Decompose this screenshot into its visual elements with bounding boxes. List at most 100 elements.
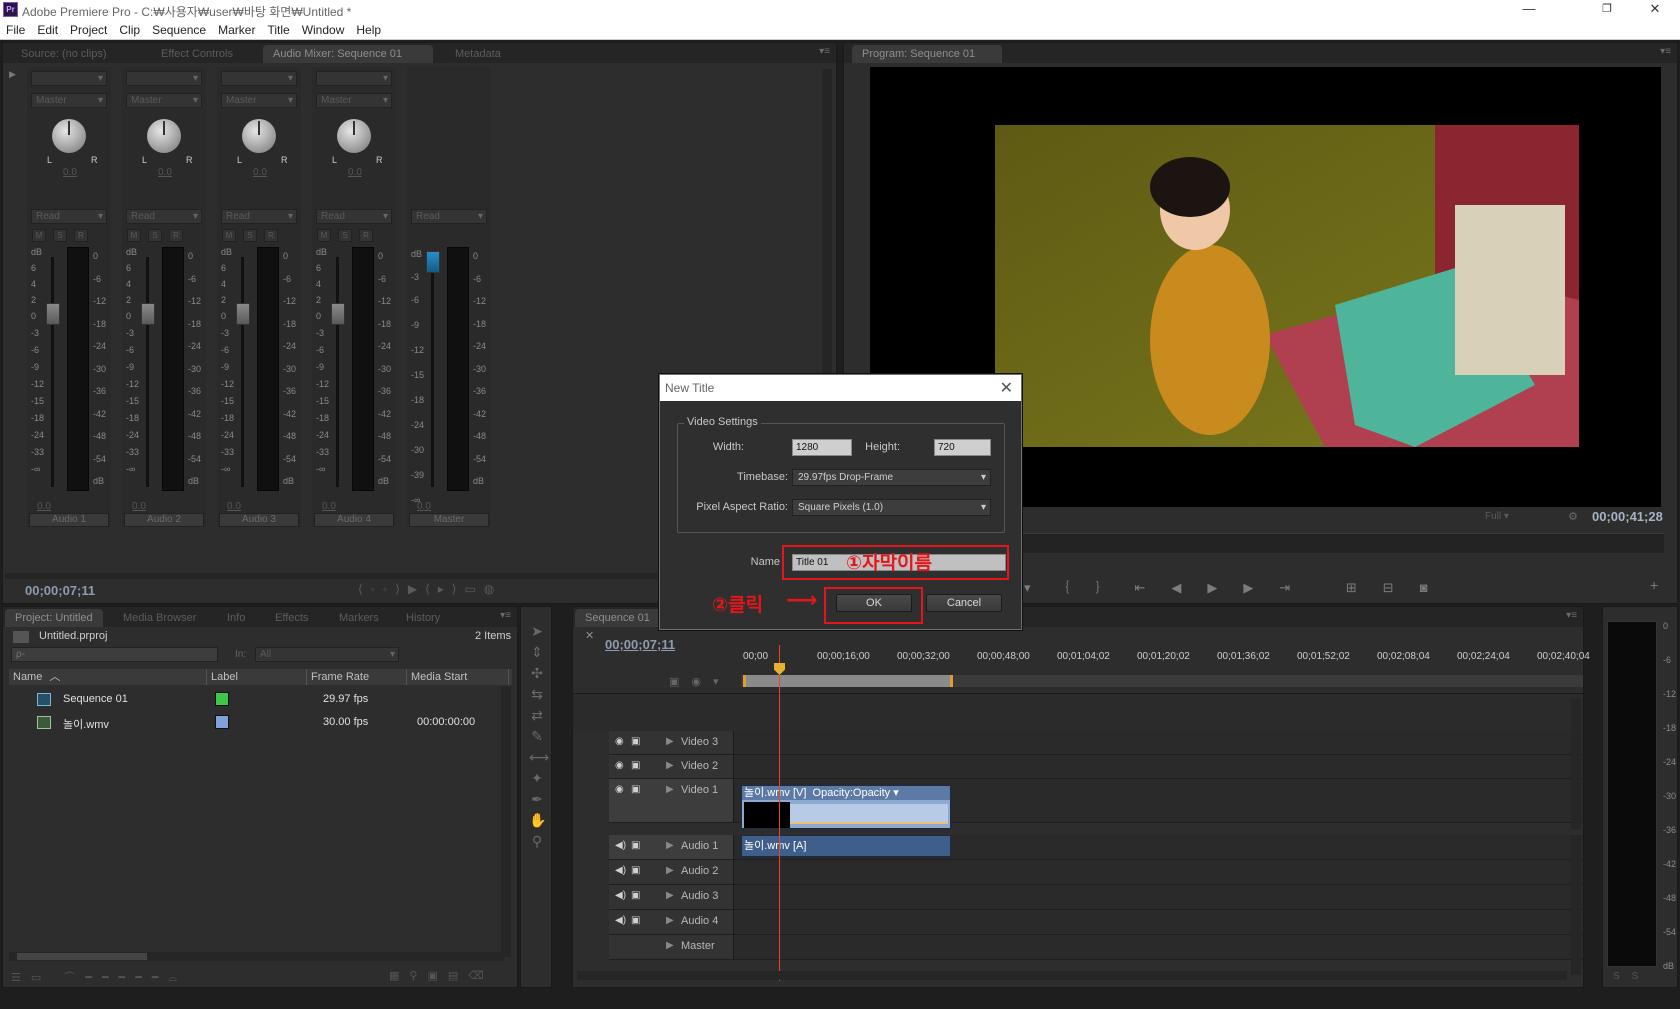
restore-button[interactable]: ❐ — [1584, 0, 1630, 20]
lock-icon[interactable]: ▣ — [631, 891, 642, 901]
project-row[interactable]: Sequence 01 29.97 fps — [9, 689, 499, 711]
tab-project[interactable]: Project: Untitled — [5, 609, 103, 627]
record-button[interactable]: R — [264, 229, 278, 242]
record-button[interactable]: R — [74, 229, 88, 242]
project-h-scrollbar[interactable] — [9, 952, 504, 961]
project-bin-tools[interactable]: ▦⚲▣▤⌫ — [389, 969, 494, 982]
column-frame-rate[interactable]: Frame Rate — [307, 669, 407, 685]
tool-icons[interactable]: ➤ ⇕ ✣ ⇆ ⇄ ✎ ⟷ ✦ ✒ ✋ ⚲ — [529, 621, 549, 852]
automation-select[interactable]: Read — [126, 209, 202, 224]
tab-history[interactable]: History — [396, 609, 450, 627]
channel-input-select[interactable] — [31, 71, 107, 86]
channel-output-select[interactable]: Master — [31, 93, 107, 108]
level-value[interactable]: 0.0 — [227, 501, 241, 512]
tab-program[interactable]: Program: Sequence 01 — [852, 45, 1002, 63]
expand-track-icon[interactable]: ▶ — [666, 891, 677, 901]
tab-audio-mixer[interactable]: Audio Mixer: Sequence 01 — [263, 45, 433, 63]
project-v-scrollbar[interactable] — [501, 687, 511, 957]
menu-window[interactable]: Window — [296, 20, 351, 40]
eye-icon[interactable]: ◉ — [615, 737, 626, 747]
work-area-bar[interactable] — [741, 675, 1583, 687]
timebase-select[interactable]: 29.97fps Drop-Frame — [792, 469, 991, 486]
solo-buttons[interactable]: SS — [1613, 971, 1650, 982]
playhead-line[interactable] — [779, 645, 780, 981]
pan-knob[interactable] — [242, 119, 276, 153]
track-lane[interactable] — [733, 755, 1583, 778]
expand-track-icon[interactable]: ▶ — [666, 866, 677, 876]
timeline-timecode[interactable]: 00;00;07;11 — [605, 637, 675, 652]
video-clip-effect[interactable]: Opacity:Opacity ▾ — [813, 787, 899, 799]
tab-metadata[interactable]: Metadata — [445, 45, 511, 63]
mixer-transport-controls[interactable]: ⟨◦◦⟩▶⟨▸⟩▭◍ — [358, 582, 502, 596]
audio-v-scrollbar[interactable] — [1571, 835, 1581, 975]
column-name[interactable]: Name ︿ — [9, 669, 207, 685]
automation-select[interactable]: Read — [316, 209, 392, 224]
track-lane[interactable] — [733, 885, 1583, 909]
record-button[interactable]: R — [169, 229, 183, 242]
project-search-input[interactable]: ρ- — [11, 647, 218, 662]
pixel-aspect-ratio-select[interactable]: Square Pixels (1.0) — [792, 499, 991, 516]
eye-icon[interactable]: ◉ — [615, 761, 626, 771]
channel-output-select[interactable]: Master — [221, 93, 297, 108]
tab-info[interactable]: Info — [217, 609, 255, 627]
menu-edit[interactable]: Edit — [31, 20, 64, 40]
project-panel-menu-icon[interactable]: ▾≡ — [500, 610, 511, 621]
tab-markers[interactable]: Markers — [329, 609, 389, 627]
opacity-rubberband[interactable] — [790, 804, 948, 824]
solo-button[interactable]: S — [338, 229, 352, 242]
program-panel-menu-icon[interactable]: ▾≡ — [1660, 46, 1671, 57]
track-lane[interactable] — [733, 731, 1583, 754]
pan-knob[interactable] — [337, 119, 371, 153]
automation-select[interactable]: Read — [31, 209, 107, 224]
level-value[interactable]: 0.0 — [132, 501, 146, 512]
volume-fader[interactable] — [46, 303, 60, 325]
video-clip[interactable]: 놀이.wmv [V] Opacity:Opacity ▾ — [741, 785, 951, 829]
cancel-button[interactable]: Cancel — [926, 594, 1002, 612]
menu-help[interactable]: Help — [350, 20, 387, 40]
height-input[interactable]: 720 — [934, 439, 991, 456]
speaker-icon[interactable]: ◀) — [615, 891, 626, 901]
expand-track-icon[interactable]: ▶ — [666, 916, 677, 926]
tab-sequence-01[interactable]: Sequence 01 ✕ — [575, 609, 665, 642]
track-lane[interactable] — [733, 860, 1583, 884]
video-v-scrollbar[interactable] — [1571, 699, 1581, 829]
expand-track-icon[interactable]: ▶ — [666, 941, 677, 951]
channel-input-select[interactable] — [221, 71, 297, 86]
eye-icon[interactable]: ◉ — [615, 785, 626, 795]
pan-value[interactable]: 0.0 — [253, 167, 267, 178]
speaker-icon[interactable]: ◀) — [615, 866, 626, 876]
audio-clip[interactable]: 놀이.wmv [A] — [741, 835, 951, 857]
volume-fader[interactable] — [331, 303, 345, 325]
expand-track-icon[interactable]: ▶ — [666, 761, 677, 771]
menu-sequence[interactable]: Sequence — [146, 20, 212, 40]
mute-button[interactable]: M — [317, 229, 331, 242]
lock-icon[interactable]: ▣ — [631, 866, 642, 876]
project-bottom-toolbar[interactable]: ☰▭ ⌒━━━━━⌓ — [11, 969, 187, 985]
volume-fader-track[interactable] — [241, 257, 244, 487]
master-automation-select[interactable]: Read — [411, 209, 487, 224]
speaker-icon[interactable]: ◀) — [615, 916, 626, 926]
menu-project[interactable]: Project — [64, 20, 113, 40]
volume-fader[interactable] — [141, 303, 155, 325]
width-input[interactable]: 1280 — [792, 439, 852, 456]
tab-effect-controls[interactable]: Effect Controls — [151, 45, 243, 63]
lock-icon[interactable]: ▣ — [631, 761, 642, 771]
expand-track-icon[interactable]: ▶ — [666, 737, 677, 747]
tab-close-icon[interactable]: ✕ — [585, 630, 594, 642]
dialog-close-icon[interactable]: ✕ — [1000, 378, 1013, 398]
column-media-start[interactable]: Media Start — [407, 669, 509, 685]
in-select[interactable]: All — [255, 647, 399, 662]
pan-value[interactable]: 0.0 — [63, 167, 77, 178]
volume-fader-track[interactable] — [336, 257, 339, 487]
close-button[interactable]: ✕ — [1632, 0, 1678, 20]
menu-file[interactable]: File — [0, 20, 31, 40]
zoom-select[interactable]: Full ▾ — [1485, 511, 1509, 522]
panel-menu-icon[interactable]: ▾≡ — [819, 46, 830, 57]
volume-fader[interactable] — [236, 303, 250, 325]
master-level-value[interactable]: 0.0 — [417, 501, 431, 512]
label-color-swatch[interactable] — [215, 692, 229, 706]
timeline-panel-menu-icon[interactable]: ▾≡ — [1566, 610, 1577, 621]
column-label[interactable]: Label — [207, 669, 307, 685]
volume-fader-track[interactable] — [146, 257, 149, 487]
tab-source[interactable]: Source: (no clips) — [11, 45, 117, 63]
